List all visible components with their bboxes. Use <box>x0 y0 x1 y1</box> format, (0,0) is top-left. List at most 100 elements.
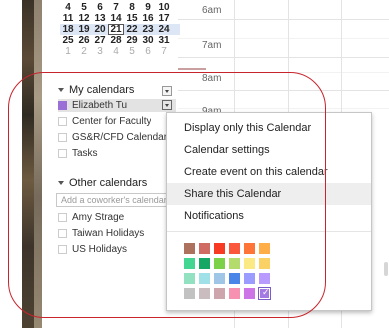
color-swatch-option[interactable] <box>229 243 240 254</box>
color-swatch-option[interactable] <box>184 288 195 299</box>
mini-calendar-day[interactable]: 4 <box>108 46 124 57</box>
time-label-8am: 8am <box>202 73 222 84</box>
add-coworker-calendar-input[interactable]: Add a coworker's calendar <box>56 193 170 207</box>
mini-calendar-week: 4 5 6 7 8 9 10 <box>60 2 180 13</box>
color-swatch-option[interactable] <box>199 288 210 299</box>
other-calendars-header[interactable]: Other calendars <box>58 177 147 189</box>
mini-calendar-day[interactable]: 13 <box>92 13 108 24</box>
mini-calendar-day[interactable]: 24 <box>156 24 172 35</box>
calendar-color-swatch[interactable] <box>58 229 67 238</box>
calendar-item-elizabeth-tu[interactable]: Elizabeth Tu <box>58 99 176 112</box>
menu-item-display-only[interactable]: Display only this Calendar <box>167 117 371 139</box>
menu-item-create-event[interactable]: Create event on this calendar <box>167 161 371 183</box>
mini-calendar-day[interactable]: 15 <box>124 13 140 24</box>
mini-calendar-day[interactable]: 30 <box>140 35 156 46</box>
color-swatch-option[interactable] <box>229 258 240 269</box>
color-swatch-option[interactable] <box>184 243 195 254</box>
color-swatch-option[interactable] <box>214 273 225 284</box>
checkmark-icon: ✓ <box>262 288 270 298</box>
mini-calendar-day[interactable]: 28 <box>108 35 124 46</box>
color-swatch-option[interactable] <box>214 288 225 299</box>
color-swatch-option[interactable] <box>199 273 210 284</box>
calendar-options-dropdown-button[interactable] <box>162 100 172 110</box>
mini-calendar-day[interactable]: 12 <box>76 13 92 24</box>
mini-calendar-week: 11 12 13 14 15 16 17 <box>60 13 180 24</box>
color-swatch-option[interactable]: ✓ <box>258 287 271 300</box>
mini-calendar-day[interactable]: 8 <box>124 2 140 13</box>
color-swatch-option[interactable] <box>229 288 240 299</box>
calendar-item-center-for-faculty[interactable]: Center for Faculty <box>58 115 176 128</box>
menu-item-notifications[interactable]: Notifications <box>167 205 371 227</box>
color-swatch-option[interactable] <box>259 258 270 269</box>
mini-calendar-day[interactable]: 16 <box>140 13 156 24</box>
calendar-color-swatch[interactable] <box>58 245 67 254</box>
color-swatch-option[interactable] <box>199 258 210 269</box>
collapse-triangle-icon[interactable] <box>58 181 64 185</box>
calendar-color-swatch[interactable] <box>58 213 67 222</box>
mini-calendar-day[interactable]: 20 <box>92 24 108 35</box>
mini-calendar-day[interactable]: 25 <box>60 35 76 46</box>
mini-calendar-day[interactable]: 5 <box>124 46 140 57</box>
color-swatch-option[interactable] <box>244 288 255 299</box>
mini-calendar-day[interactable]: 2 <box>76 46 92 57</box>
mini-calendar-day[interactable]: 14 <box>108 13 124 24</box>
mini-calendar-day[interactable]: 7 <box>156 46 172 57</box>
mini-calendar-day[interactable]: 6 <box>92 2 108 13</box>
mini-calendar-day[interactable]: 29 <box>124 35 140 46</box>
color-swatch-option[interactable] <box>259 273 270 284</box>
mini-calendar-day[interactable]: 26 <box>76 35 92 46</box>
hour-line <box>178 57 389 58</box>
menu-item-share-calendar[interactable]: Share this Calendar <box>167 183 371 205</box>
mini-calendar-day[interactable]: 1 <box>60 46 76 57</box>
mini-calendar-day[interactable]: 3 <box>92 46 108 57</box>
color-swatch-option[interactable] <box>244 273 255 284</box>
mini-calendar-day[interactable]: 22 <box>124 24 140 35</box>
color-swatch-option[interactable] <box>199 243 210 254</box>
mini-calendar-day[interactable]: 21 <box>108 24 124 35</box>
mini-calendar-day[interactable]: 4 <box>60 2 76 13</box>
calendar-item-tasks[interactable]: Tasks <box>58 147 176 160</box>
color-swatch-option[interactable] <box>184 273 195 284</box>
my-calendars-dropdown-button[interactable] <box>162 86 172 96</box>
calendar-item-amy-strage[interactable]: Amy Strage <box>58 211 176 224</box>
mini-calendar-day[interactable]: 18 <box>60 24 76 35</box>
mini-calendar-day[interactable]: 17 <box>156 13 172 24</box>
color-swatch-option[interactable] <box>214 258 225 269</box>
calendar-item-label: GS&R/CFD Calendar <box>72 132 168 143</box>
color-swatch-option[interactable] <box>244 243 255 254</box>
mini-calendar-day[interactable]: 27 <box>92 35 108 46</box>
collapse-triangle-icon[interactable] <box>58 88 64 92</box>
color-swatch-option[interactable] <box>184 258 195 269</box>
calendar-item-label: US Holidays <box>72 244 128 255</box>
calendar-color-swatch[interactable] <box>58 133 67 142</box>
scrollbar-handle[interactable] <box>384 262 388 276</box>
mini-calendar-day[interactable]: 5 <box>76 2 92 13</box>
current-time-marker <box>178 68 206 70</box>
my-calendars-header[interactable]: My calendars <box>58 84 134 96</box>
mini-calendar-day[interactable]: 23 <box>140 24 156 35</box>
mini-calendar-day[interactable]: 7 <box>108 2 124 13</box>
mini-calendar-day[interactable]: 10 <box>156 2 172 13</box>
color-swatch-option[interactable] <box>244 258 255 269</box>
calendar-color-swatch[interactable] <box>58 101 67 110</box>
mini-calendar-day[interactable]: 9 <box>140 2 156 13</box>
calendar-item-label: Taiwan Holidays <box>72 228 145 239</box>
my-calendars-label: My calendars <box>69 84 135 96</box>
calendar-item-taiwan-holidays[interactable]: Taiwan Holidays <box>58 227 176 240</box>
background-photo-strip <box>22 0 34 328</box>
mini-calendar: 4 5 6 7 8 9 10 11 12 13 14 15 16 17 18 19 20 21 22 23 24 25 26… <box>60 2 180 57</box>
mini-calendar-day[interactable]: 19 <box>76 24 92 35</box>
mini-calendar-day[interactable]: 6 <box>140 46 156 57</box>
color-swatch-option[interactable] <box>229 273 240 284</box>
hour-line <box>178 90 389 91</box>
half-hour-line <box>178 38 389 39</box>
calendar-color-swatch[interactable] <box>58 117 67 126</box>
calendar-item-gsr-cfd[interactable]: GS&R/CFD Calendar <box>58 131 176 144</box>
menu-item-calendar-settings[interactable]: Calendar settings <box>167 139 371 161</box>
mini-calendar-day[interactable]: 11 <box>60 13 76 24</box>
calendar-color-swatch[interactable] <box>58 149 67 158</box>
color-swatch-option[interactable] <box>259 243 270 254</box>
calendar-item-us-holidays[interactable]: US Holidays <box>58 243 176 256</box>
color-swatch-option[interactable] <box>214 243 225 254</box>
mini-calendar-day[interactable]: 31 <box>156 35 172 46</box>
